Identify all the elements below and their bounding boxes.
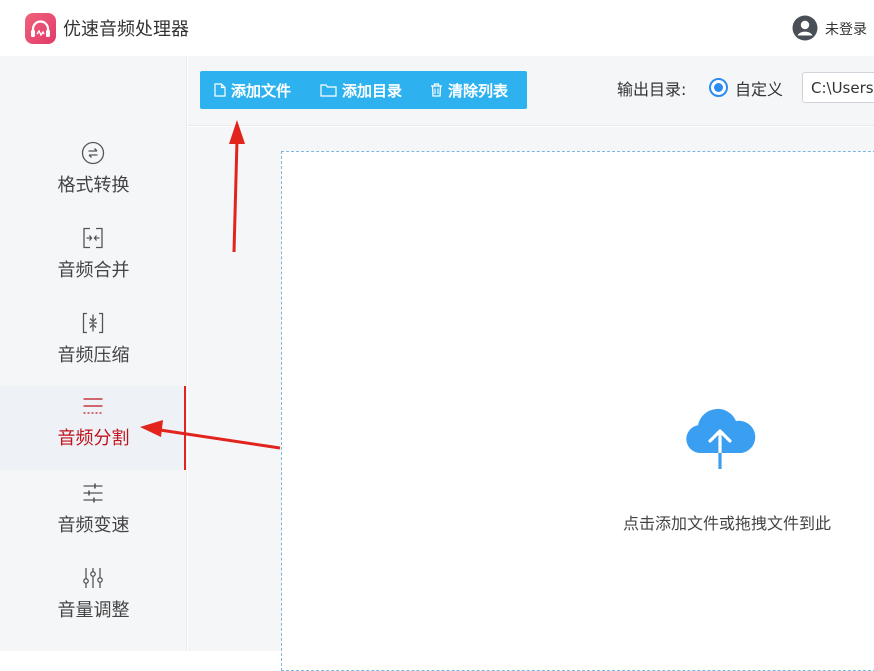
title-bar: 优速音频处理器 未登录 xyxy=(0,0,874,56)
sidebar-item-label: 音频压缩 xyxy=(57,345,130,366)
file-icon xyxy=(214,83,226,97)
format-convert-icon xyxy=(81,141,105,165)
sidebar: 格式转换 音频合并 音频压缩 音频分割 音频变速 音量调整 xyxy=(0,56,187,651)
sidebar-item-label: 格式转换 xyxy=(57,175,130,196)
add-folder-label: 添加目录 xyxy=(342,81,403,100)
split-icon xyxy=(83,398,103,414)
compress-icon xyxy=(82,312,104,334)
clear-list-label: 清除列表 xyxy=(448,81,509,100)
sidebar-item-label: 音量调整 xyxy=(57,600,130,621)
merge-icon xyxy=(83,227,103,249)
sidebar-item-speed[interactable]: 音频变速 xyxy=(0,473,187,557)
sidebar-item-split[interactable]: 音频分割 xyxy=(0,386,187,470)
custom-output-label[interactable]: 自定义 xyxy=(735,76,783,100)
add-file-button[interactable]: 添加文件 xyxy=(214,71,291,109)
user-avatar-icon xyxy=(792,15,818,41)
sidebar-item-label: 音频合并 xyxy=(57,260,130,281)
trash-icon xyxy=(431,83,442,97)
sidebar-item-merge[interactable]: 音频合并 xyxy=(0,218,187,302)
sidebar-item-compress[interactable]: 音频压缩 xyxy=(0,303,187,387)
active-indicator xyxy=(184,386,186,470)
output-path-input[interactable] xyxy=(802,72,874,103)
sidebar-item-volume[interactable]: 音量调整 xyxy=(0,558,187,642)
user-login-label: 未登录 xyxy=(825,22,867,38)
custom-output-radio[interactable] xyxy=(709,78,728,97)
volume-adjust-icon xyxy=(83,568,103,588)
clear-list-button[interactable]: 清除列表 xyxy=(430,71,508,109)
app-title: 优速音频处理器 xyxy=(63,19,189,40)
file-drop-zone[interactable]: 点击添加文件或拖拽文件到此 xyxy=(281,151,874,671)
toolbar: 添加文件 添加目录 清除列表 输出目录: 自定义 xyxy=(188,56,874,126)
sidebar-item-format-convert[interactable]: 格式转换 xyxy=(0,133,187,217)
main-content: 点击添加文件或拖拽文件到此 xyxy=(188,127,874,671)
sidebar-item-label: 音频分割 xyxy=(57,428,130,449)
cloud-upload-icon xyxy=(686,408,756,471)
drop-hint-text: 点击添加文件或拖拽文件到此 xyxy=(622,514,831,533)
sidebar-item-label: 音频变速 xyxy=(57,515,130,536)
toolbar-button-group: 添加文件 添加目录 清除列表 xyxy=(200,71,527,109)
output-dir-label: 输出目录: xyxy=(617,80,687,99)
add-file-label: 添加文件 xyxy=(231,81,292,100)
sliders-icon xyxy=(83,483,103,503)
app-logo-icon xyxy=(25,13,56,44)
add-folder-button[interactable]: 添加目录 xyxy=(320,71,402,109)
user-login-button[interactable]: 未登录 xyxy=(792,15,874,41)
folder-icon xyxy=(320,84,337,97)
